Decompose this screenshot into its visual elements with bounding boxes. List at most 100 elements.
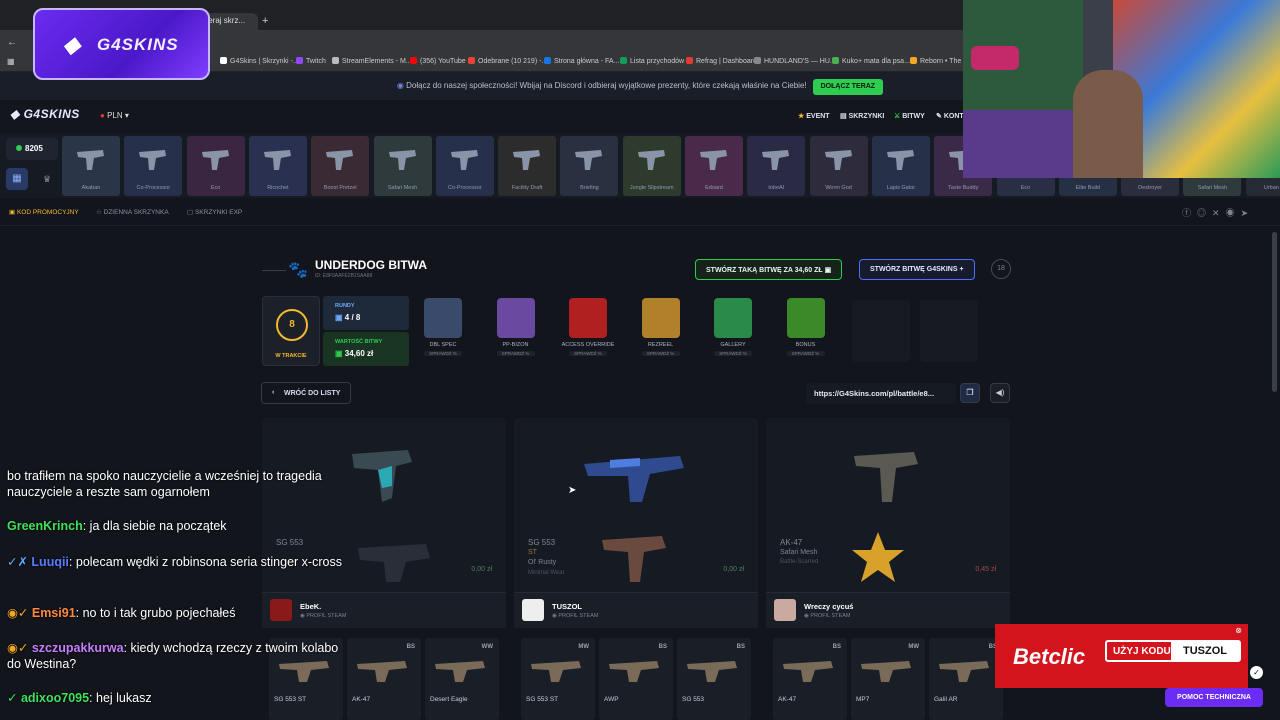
new-tab-icon[interactable]: +	[262, 15, 268, 27]
value-text: 34,60 zł	[344, 349, 374, 358]
bookmark-lista[interactable]: Lista przychodów	[620, 57, 684, 65]
lion-logo-icon: ◆	[63, 32, 81, 57]
bookmark-kuko[interactable]: Kuko+ mata dla psa...	[832, 57, 910, 65]
nav-label: KONT	[943, 113, 964, 120]
facebook-icon[interactable]: ⓕ	[1182, 208, 1197, 218]
close-icon[interactable]: ⊗	[1235, 626, 1242, 635]
drop-item[interactable]: Ricochet	[248, 136, 307, 196]
nav-account[interactable]: ✎ KONT	[936, 112, 964, 120]
nav-battles[interactable]: ⚔ BITWY	[894, 112, 925, 120]
won-item[interactable]: MW MP7	[851, 638, 925, 720]
battle-case[interactable]: DBL SPEC SPRAWDŹ %	[412, 296, 474, 362]
bookmark-hundland[interactable]: HUNDLAND'S — HU...	[754, 57, 836, 65]
bookmark-label: (356) YouTube	[420, 58, 466, 65]
won-item[interactable]: BS AK-47	[347, 638, 421, 720]
odds-button[interactable]: SPRAWDŹ %	[569, 351, 607, 356]
help-button[interactable]: POMOC TECHNICZNA	[1165, 688, 1263, 707]
drop-item[interactable]: Facility Draft	[498, 136, 557, 196]
won-item[interactable]: BS AWP	[599, 638, 673, 720]
won-item[interactable]: BS AK-47	[773, 638, 847, 720]
currency-select[interactable]: ● PLN ▾	[100, 111, 129, 120]
exp-cases-link[interactable]: ▢ SKRZYNKI EXP	[187, 208, 242, 216]
battle-case[interactable]: REZREEL SPRAWDŹ %	[630, 296, 692, 362]
drop-item[interactable]: Worm God	[809, 136, 868, 196]
bookmark-fa[interactable]: Strona główna - FA...	[544, 57, 619, 65]
star-icon: ★	[798, 113, 807, 120]
bookmark-refrag[interactable]: Refrag | Dashboard	[686, 57, 757, 65]
won-item[interactable]: MW SG 553 ST	[521, 638, 595, 720]
drop-item[interactable]: Boost Pretzel	[311, 136, 370, 196]
scrollbar[interactable]	[1272, 232, 1277, 392]
drop-item[interactable]: Akaban	[62, 136, 120, 196]
player-name[interactable]: TUSZOL	[552, 602, 582, 611]
bookmark-youtube[interactable]: (356) YouTube	[410, 57, 466, 65]
bookmark-twitch[interactable]: Twitch	[296, 57, 326, 65]
daily-case-link[interactable]: ☆ DZIENNA SKRZYNKA	[96, 208, 169, 216]
battle-case[interactable]: BONUS SPRAWDŹ %	[775, 296, 837, 362]
create-g4skins-battle-button[interactable]: STWÓRZ BITWĘ G4SKINS +	[859, 259, 975, 280]
battle-case[interactable]: GALLERY SPRAWDŹ %	[702, 296, 764, 362]
site-logo[interactable]: ◆ G4SKINS	[10, 107, 80, 121]
crown-icon[interactable]: ♛	[36, 168, 58, 190]
balance-value: 8205	[25, 144, 43, 153]
odds-button[interactable]: SPRAWDŹ %	[786, 351, 825, 356]
won-item[interactable]: BS Galil AR	[929, 638, 1003, 720]
back-to-list-button[interactable]: ‹ WRÓĆ DO LISTY	[261, 382, 351, 404]
grid-view-icon[interactable]: ▦	[6, 168, 28, 190]
social-icons[interactable]: ⓕ◎✕◉➤	[1182, 206, 1254, 219]
battle-url-field[interactable]: https://G4Skins.com/pl/battle/e8...	[806, 383, 956, 404]
check-icon[interactable]: ✓	[1250, 666, 1263, 679]
nav-event[interactable]: ★ EVENT	[798, 112, 830, 120]
drop-item[interactable]: Edoard	[685, 136, 743, 196]
bookmark-streamelements[interactable]: StreamElements - M...	[332, 57, 412, 65]
weapon-price: 0,00 zł	[471, 566, 492, 573]
won-item[interactable]: WW Desert Eagle	[425, 638, 499, 720]
apps-grid-icon[interactable]: ▦	[7, 57, 15, 66]
won-item[interactable]: BS SG 553	[677, 638, 751, 720]
back-arrow-icon[interactable]: ←	[7, 37, 17, 48]
steam-profile-link[interactable]: ◉ PROFIL STEAM	[552, 613, 598, 619]
battle-case[interactable]: PP-BIZON SPRAWDŹ %	[485, 296, 547, 362]
discord-icon[interactable]: ◉	[1226, 208, 1241, 218]
odds-button[interactable]: SPRAWDŹ %	[496, 351, 535, 356]
avatar[interactable]	[522, 599, 544, 621]
drop-item[interactable]: Lapis Gator	[871, 136, 930, 196]
drop-item[interactable]: Co-Processor	[124, 136, 183, 196]
bookmark-reborn[interactable]: Reborn • The H	[910, 57, 968, 65]
nav-cases[interactable]: ▤ SKRZYNKI	[840, 112, 884, 120]
odds-button[interactable]: SPRAWDŹ %	[641, 351, 680, 356]
drop-item[interactable]: Briefing	[560, 136, 619, 196]
join-now-button[interactable]: DOŁĄCZ TERAZ	[812, 79, 884, 95]
sound-button[interactable]: ◀)	[990, 383, 1010, 403]
item-name: SG 553	[682, 696, 705, 703]
drop-item[interactable]: Eco	[186, 136, 245, 196]
wear-badge: BS	[832, 644, 841, 650]
drop-item[interactable]: Co-Processor	[435, 136, 494, 196]
drop-item-name: Eco	[210, 185, 221, 191]
instagram-icon[interactable]: ◎	[1197, 208, 1212, 218]
odds-button[interactable]: SPRAWDŹ %	[714, 351, 752, 356]
odds-button[interactable]: SPRAWDŹ %	[424, 351, 462, 356]
avatar[interactable]	[774, 599, 796, 621]
balance-badge: 8205	[6, 138, 58, 160]
drop-item-name: Elite Build	[1075, 185, 1101, 191]
battle-id: ID: E8F0AAFE2B1SAA88	[315, 273, 373, 279]
bookmark-g4skins[interactable]: G4Skins | Skrzynki -...	[220, 57, 299, 65]
create-same-battle-button[interactable]: STWÓRZ TAKĄ BITWĘ ZA 34,60 ZŁ ▣	[695, 259, 843, 280]
bookmark-mail[interactable]: Odebrane (10 219) -...	[468, 57, 547, 65]
battle-case[interactable]: ACCESS OVERRIDE SPRAWDŹ %	[557, 296, 619, 362]
steam-profile-link[interactable]: ◉ PROFIL STEAM	[804, 613, 850, 619]
telegram-icon[interactable]: ➤	[1241, 208, 1255, 218]
drop-item[interactable]: tobeAI	[747, 136, 806, 196]
rounds-text: 4 / 8	[344, 313, 361, 322]
drop-item[interactable]: Safari Mesh	[373, 136, 432, 196]
rounds-box: RUNDY ▣ 4 / 8	[323, 296, 409, 330]
player-name[interactable]: Wreczy cycuś	[804, 602, 853, 611]
x-icon[interactable]: ✕	[1212, 208, 1226, 218]
bookmark-icon	[332, 57, 339, 64]
copy-url-button[interactable]: ❐	[960, 383, 980, 403]
promo-code-link[interactable]: ▣ KOD PROMOCYJNY	[9, 208, 79, 216]
battle-status: W TRAKCIE	[275, 353, 307, 359]
player-footer: Wreczy cycuś ◉ PROFIL STEAM	[766, 592, 1010, 628]
drop-item[interactable]: Jungle Slipstream	[622, 136, 681, 196]
